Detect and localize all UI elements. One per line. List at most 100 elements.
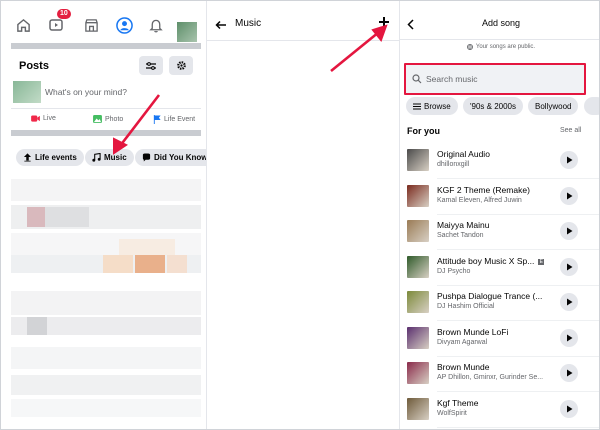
section-divider: [11, 130, 201, 136]
play-button[interactable]: [560, 186, 578, 205]
action-label: Photo: [105, 115, 124, 123]
play-button[interactable]: [560, 222, 578, 240]
live-button[interactable]: Live: [31, 115, 56, 122]
song-artist: DJ Psycho: [437, 267, 471, 275]
music-panel: Music: [206, 1, 399, 429]
search-icon: [412, 74, 422, 84]
divider: [11, 108, 201, 109]
song-row[interactable]: Original Audio dhillonxgill: [400, 146, 599, 180]
filter-chip-browse[interactable]: Browse: [406, 97, 458, 115]
album-art-thumbnail: [407, 291, 429, 313]
song-title: KGF 2 Theme (Remake): [437, 185, 530, 195]
music-note-icon: [92, 153, 101, 162]
song-title-text: Brown Munde: [437, 362, 490, 372]
add-music-button[interactable]: [378, 15, 390, 33]
filter-chip-more[interactable]: [584, 97, 599, 115]
filter-chip-90s-2000s[interactable]: '90s & 2000s: [463, 97, 524, 115]
back-arrow-icon[interactable]: [215, 17, 227, 35]
song-artist: DJ Hashim Official: [437, 303, 495, 310]
album-art-thumbnail: [407, 149, 429, 171]
notification-badge: 10: [57, 9, 71, 19]
song-row[interactable]: Pushpa Dialogue Trance (... DJ Hashim Off…: [400, 288, 599, 322]
song-row[interactable]: KGF 2 Theme (Remake) Kamal Eleven, Alfred…: [400, 182, 599, 216]
play-icon: [566, 263, 572, 270]
song-title-text: KGF 2 Theme (Remake): [437, 184, 530, 195]
song-artist: dhillonxgill: [437, 161, 470, 168]
chip-life-events[interactable]: Life events: [16, 149, 84, 166]
profile-panel: 10 Posts What's on your mind? Live Photo…: [1, 1, 206, 429]
song-title: Maiyya Mainu: [437, 220, 489, 230]
filter-chip-bollywood[interactable]: Bollywood: [528, 97, 579, 115]
song-title-text: Kgf Theme: [437, 397, 479, 408]
song-title-text: Original Audio: [437, 149, 490, 159]
song-title-text: Pushpa Dialogue Trance (...: [437, 291, 543, 301]
search-input[interactable]: [426, 72, 576, 86]
chip-did-you-know[interactable]: Did You Know: [135, 149, 206, 166]
play-button[interactable]: [560, 257, 578, 276]
see-all-link[interactable]: See all: [560, 127, 581, 134]
settings-button[interactable]: [169, 56, 193, 75]
play-icon: [566, 405, 572, 412]
gear-icon: [176, 61, 186, 70]
sliders-icon: [146, 61, 156, 70]
photo-button[interactable]: Photo: [93, 115, 123, 123]
play-button[interactable]: [560, 328, 578, 347]
play-button[interactable]: [560, 293, 578, 311]
song-artist: AP Dhillon, Gminxr, Gurinder Se...: [437, 374, 544, 381]
song-row[interactable]: Attitude boy Music X Sp... E DJ Psycho: [400, 253, 599, 287]
album-art-thumbnail: [407, 362, 429, 384]
section-title: For you: [407, 126, 440, 136]
filter-button[interactable]: [139, 56, 163, 75]
composer-input[interactable]: What's on your mind?: [45, 87, 127, 97]
profile-icon[interactable]: [112, 13, 136, 37]
song-row[interactable]: Maiyya Mainu Sachet Tandon: [400, 217, 599, 251]
play-icon: [566, 298, 572, 306]
song-row[interactable]: Kgf Theme WolfSpirit: [400, 395, 599, 429]
song-title-text: Brown Munde LoFi: [437, 326, 509, 337]
privacy-note: Your songs are public.: [400, 44, 599, 50]
posts-heading: Posts: [19, 60, 49, 72]
life-event-button[interactable]: Life Event: [153, 115, 195, 124]
song-artist: Divyam Agarwal: [437, 338, 488, 346]
album-art-thumbnail: [407, 397, 429, 420]
song-title: Brown Munde: [437, 362, 489, 372]
play-icon: [566, 156, 572, 164]
chip-label: '90s & 2000s: [470, 101, 517, 111]
chip-label: Life events: [35, 153, 77, 162]
music-header: Music: [207, 1, 399, 41]
marketplace-icon[interactable]: [79, 13, 103, 37]
composer-avatar: [13, 81, 41, 103]
avatar[interactable]: [177, 22, 197, 42]
page-title: Music: [235, 18, 262, 29]
bell-icon[interactable]: [144, 13, 168, 37]
row-divider: [437, 355, 599, 357]
song-row[interactable]: Brown Munde AP Dhillon, Gminxr, Gurinder …: [400, 359, 599, 393]
song-title-text: Attitude boy Music X Sp...: [437, 255, 535, 266]
album-art-thumbnail: [407, 184, 429, 207]
plus-icon: [379, 17, 389, 27]
row-divider: [437, 178, 599, 179]
divider: [400, 39, 599, 40]
song-title: Brown Munde LoFi: [437, 327, 508, 337]
play-button[interactable]: [560, 364, 578, 382]
video-icon[interactable]: 10: [45, 9, 71, 37]
song-title: Original Audio: [437, 149, 490, 159]
album-art-thumbnail: [407, 326, 429, 349]
play-button[interactable]: [560, 399, 578, 418]
song-row[interactable]: Brown Munde LoFi Divyam Agarwal: [400, 324, 599, 358]
chip-music[interactable]: Music: [85, 149, 134, 166]
play-icon: [566, 192, 572, 199]
row-divider: [437, 284, 599, 286]
page-title: Add song: [481, 18, 521, 28]
action-label: Live: [43, 115, 56, 122]
row-divider: [437, 249, 599, 250]
menu-icon: [413, 103, 421, 109]
song-artist: WolfSpirit: [437, 409, 467, 417]
play-button[interactable]: [560, 151, 578, 169]
explicit-icon: E: [538, 258, 545, 265]
song-artist: Sachet Tandon: [437, 232, 484, 239]
flag-icon: [153, 115, 161, 124]
song-artist: Kamal Eleven, Alfred Juwin: [437, 196, 522, 204]
home-icon[interactable]: [11, 13, 35, 37]
song-title: Attitude boy Music X Sp... E: [437, 255, 545, 266]
